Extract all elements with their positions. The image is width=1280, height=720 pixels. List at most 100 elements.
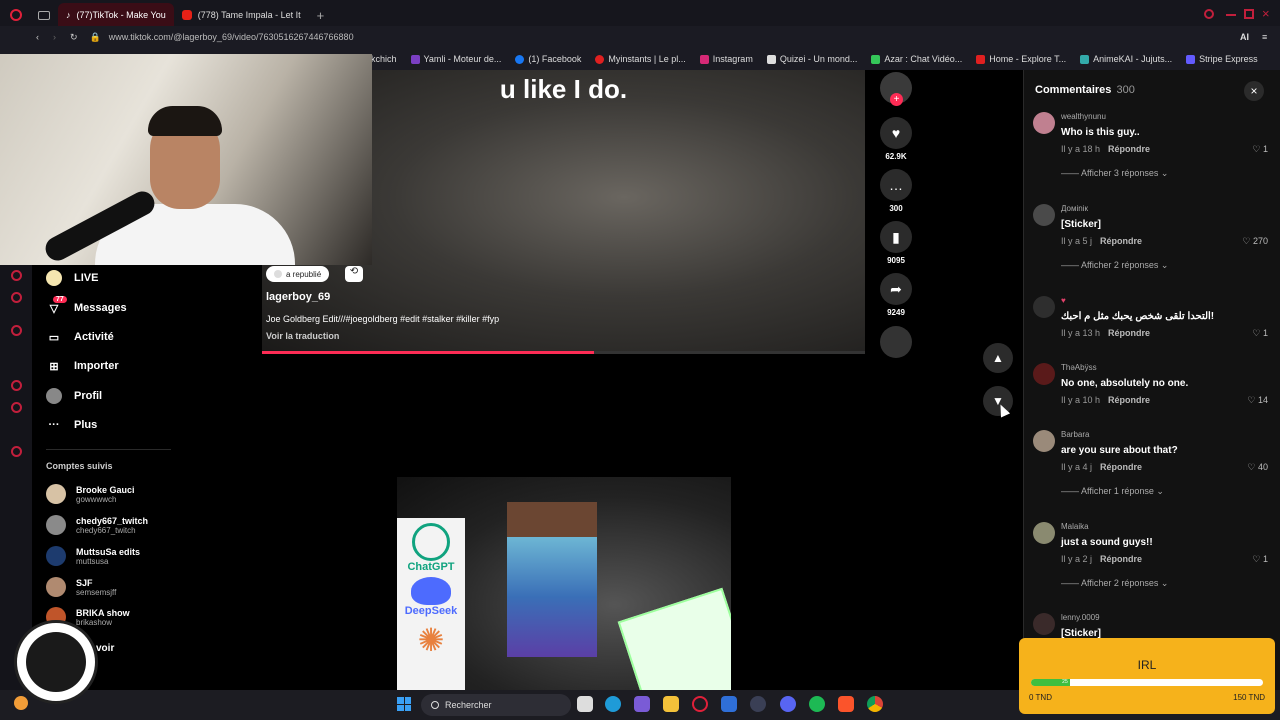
show-replies-button[interactable]: —— Afficher 2 réponses ⌄ (1061, 578, 1168, 589)
follow-plus-icon[interactable]: + (890, 93, 903, 106)
discord-icon[interactable] (780, 696, 796, 712)
minimize-button[interactable] (1226, 14, 1236, 16)
start-button[interactable] (397, 697, 411, 711)
steam-icon[interactable] (750, 696, 766, 712)
music-disc[interactable] (880, 326, 912, 358)
following-item[interactable]: MuttsuSa edits muttsusa (46, 546, 140, 566)
edge-icon[interactable] (605, 696, 621, 712)
show-replies-button[interactable]: —— Afficher 3 réponses ⌄ (1061, 168, 1168, 179)
comment-user[interactable]: Доміnік (1061, 204, 1088, 213)
tab-tiktok[interactable]: ♪ (77)TikTok - Make You (58, 3, 174, 27)
avatar[interactable] (1033, 204, 1055, 226)
following-item[interactable]: chedy667_twitch chedy667_twitch (46, 515, 148, 535)
nav-live[interactable]: LIVE (46, 270, 98, 286)
avatar[interactable] (1033, 430, 1055, 452)
pinboard-icon[interactable] (11, 270, 22, 281)
bookmark-item[interactable]: Instagram (699, 54, 753, 64)
comment-user[interactable]: ♥ (1061, 296, 1066, 305)
spotify-icon[interactable] (809, 696, 825, 712)
brave-icon[interactable] (838, 696, 854, 712)
nav-activity[interactable]: ▭ Activité (46, 329, 114, 345)
share-button[interactable]: ➦ 9249 (880, 273, 912, 317)
tab-youtube[interactable]: (778) Tame Impala - Let It (174, 3, 309, 27)
new-tab-button[interactable]: + (317, 8, 325, 23)
nav-profile[interactable]: Profil (46, 388, 102, 404)
twitch-icon[interactable] (11, 325, 22, 336)
show-replies-button[interactable]: —— Afficher 1 réponse ⌄ (1061, 486, 1164, 497)
tab-tiktok-label: (77)TikTok - Make You (76, 10, 166, 20)
comment-user[interactable]: wealthynunu (1061, 112, 1106, 121)
player-icon[interactable] (11, 380, 22, 391)
following-item[interactable]: Brooke Gauci gowwwwch (46, 484, 135, 504)
author-avatar[interactable]: + (880, 72, 912, 106)
bookmark-item[interactable]: Azar : Chat Vidéo... (871, 54, 962, 64)
comment-like[interactable]: ♡ 1 (1252, 144, 1268, 155)
comment-like[interactable]: ♡ 1 (1252, 328, 1268, 339)
avatar[interactable] (1033, 296, 1055, 318)
save-button[interactable]: ▮ 9095 (880, 221, 912, 265)
bookmark-item[interactable]: (1) Facebook (515, 54, 581, 64)
search-icon[interactable] (1204, 9, 1214, 19)
avatar[interactable] (1033, 522, 1055, 544)
comment-like[interactable]: ♡ 40 (1247, 462, 1268, 473)
reload-icon[interactable]: ↻ (70, 32, 78, 43)
avatar[interactable] (1033, 613, 1055, 635)
file-explorer-icon[interactable] (663, 696, 679, 712)
comment-user[interactable]: lenny.0009 (1061, 613, 1100, 622)
bookmark-item[interactable]: Stripe Express (1186, 54, 1258, 64)
chrome-icon[interactable] (867, 696, 883, 712)
comment-button[interactable]: … 300 (880, 169, 912, 213)
reply-button[interactable]: Répondre (1100, 554, 1142, 564)
task-view-icon[interactable] (577, 696, 593, 712)
ai-button[interactable]: AI (1240, 32, 1249, 42)
settings-icon[interactable] (11, 446, 22, 457)
messages-icon: ▽ 77 (46, 296, 67, 316)
bookmark-item[interactable]: Yamli - Moteur de... (410, 54, 501, 64)
reply-button[interactable]: Répondre (1108, 395, 1150, 405)
forward-icon[interactable]: › (53, 32, 56, 42)
like-button[interactable]: ♥ 62.9K (880, 117, 912, 161)
nav-import[interactable]: ⊞ Importer (46, 358, 118, 374)
comment-like[interactable]: ♡ 270 (1242, 236, 1268, 247)
show-replies-button[interactable]: —— Afficher 2 réponses ⌄ (1061, 260, 1168, 271)
back-icon[interactable]: ‹ (36, 32, 39, 42)
reply-button[interactable]: Répondre (1108, 144, 1150, 154)
video-author[interactable]: lagerboy_69 (266, 291, 330, 303)
bookmark-item[interactable]: Quizei - Un mond... (766, 54, 857, 64)
workspace-icon[interactable] (38, 10, 50, 20)
menu-icon[interactable]: ≡ (1262, 32, 1267, 42)
maximize-button[interactable] (1244, 9, 1254, 19)
reply-button[interactable]: Répondre (1100, 236, 1142, 246)
nav-more[interactable]: ··· Plus (46, 417, 98, 433)
history-icon[interactable] (11, 402, 22, 413)
nav-messages[interactable]: ▽ 77 Messages (46, 296, 127, 316)
avatar[interactable] (1033, 363, 1055, 385)
weather-icon[interactable] (14, 696, 28, 710)
comment-user[interactable]: ThəAbÿss (1061, 363, 1097, 372)
previous-video-button[interactable]: ▲ (983, 343, 1013, 373)
comment-user[interactable]: Malaika (1061, 522, 1089, 531)
microsoft-store-icon[interactable] (721, 696, 737, 712)
translate-link[interactable]: Voir la traduction (266, 331, 339, 341)
store-icon[interactable] (634, 696, 650, 712)
close-comments-button[interactable]: × (1244, 81, 1264, 101)
close-window-button[interactable]: × (1262, 6, 1270, 21)
bookmark-item[interactable]: Home - Explore T... (976, 54, 1066, 64)
opera-taskbar-icon[interactable] (692, 696, 708, 712)
taskbar-search[interactable]: Rechercher (421, 694, 571, 716)
bookmark-item[interactable]: Myinstants | Le pl... (595, 54, 686, 64)
messenger-icon[interactable] (11, 292, 22, 303)
comment-like[interactable]: ♡ 14 (1247, 395, 1268, 406)
url-field[interactable]: www.tiktok.com/@lagerboy_69/video/763051… (109, 32, 354, 42)
see-more-link[interactable]: voir (96, 643, 114, 654)
avatar[interactable] (1033, 112, 1055, 134)
comment-like[interactable]: ♡ 1 (1252, 554, 1268, 565)
reply-button[interactable]: Répondre (1100, 462, 1142, 472)
reply-button[interactable]: Répondre (1108, 328, 1150, 338)
opera-logo-icon[interactable] (10, 9, 22, 21)
comment-user[interactable]: Barbara (1061, 430, 1089, 439)
video-progress[interactable] (262, 351, 865, 354)
bookmark-item[interactable]: AnimeKAI - Jujuts... (1080, 54, 1172, 64)
following-item[interactable]: SJF semsemsjff (46, 577, 116, 597)
repost-icon[interactable]: ⟲ (345, 266, 363, 282)
